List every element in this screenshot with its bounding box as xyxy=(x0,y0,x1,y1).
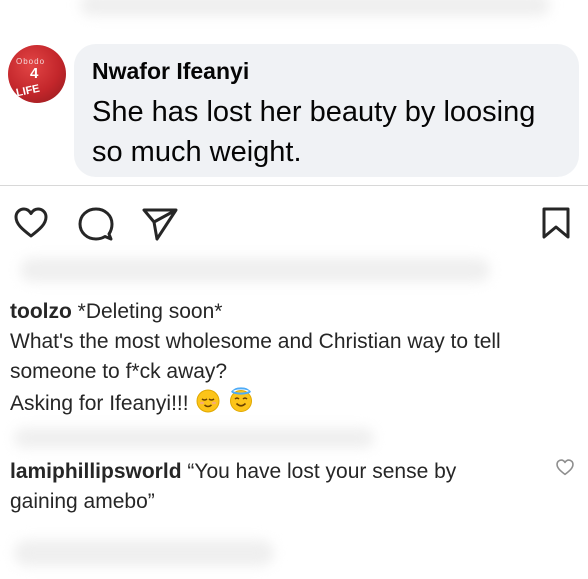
comment-lamiphillipsworld: lamiphillipsworld “You have lost your se… xyxy=(10,457,550,517)
comment-like-heart-icon[interactable] xyxy=(556,459,574,476)
embedded-facebook-comment: Obodo 4 LIFE Nwafor Ifeanyi She has lost… xyxy=(0,0,588,185)
post-action-bar xyxy=(0,195,588,255)
comment-text: She has lost her beauty by loosing so mu… xyxy=(92,96,536,168)
blurred-likes-line xyxy=(20,258,490,282)
comment-bubble-icon[interactable] xyxy=(78,206,114,242)
comment-first-line: toolzo *Deleting soon* xyxy=(10,297,550,327)
comment-text-line: “You have lost your sense by xyxy=(187,460,457,483)
comment-text-line: someone to f*ck away? xyxy=(10,360,228,383)
divider xyxy=(0,185,588,186)
heart-icon[interactable] xyxy=(14,207,48,239)
comment-toolzo: toolzo *Deleting soon* What's the most w… xyxy=(10,297,550,419)
bookmark-icon[interactable] xyxy=(541,206,571,240)
avatar-number: 4 xyxy=(30,65,39,82)
avatar-bottom-text: LIFE xyxy=(15,82,41,100)
relieved-face-icon xyxy=(196,389,220,413)
blurred-content-bottom xyxy=(14,540,274,566)
comment-text-line: gaining amebo” xyxy=(10,490,155,513)
comment-username[interactable]: lamiphillipsworld xyxy=(10,460,182,483)
comment-first-line: lamiphillipsworld “You have lost your se… xyxy=(10,457,550,487)
comment-username[interactable]: toolzo xyxy=(10,300,72,323)
blurred-content-middle xyxy=(14,428,374,448)
comment-author[interactable]: Nwafor Ifeanyi xyxy=(92,58,249,85)
comment-text-line: Asking for Ifeanyi!!! xyxy=(10,392,189,415)
paper-plane-icon[interactable] xyxy=(142,207,178,241)
comment-text-line: What's the most wholesome and Christian … xyxy=(10,330,501,353)
comment-bubble: Nwafor Ifeanyi She has lost her beauty b… xyxy=(74,44,579,177)
avatar: Obodo 4 LIFE xyxy=(8,45,66,103)
comment-text-line-last: Asking for Ifeanyi!!! xyxy=(10,387,550,419)
smiling-face-with-halo-icon xyxy=(230,387,253,412)
comment-text-line: *Deleting soon* xyxy=(77,300,223,323)
